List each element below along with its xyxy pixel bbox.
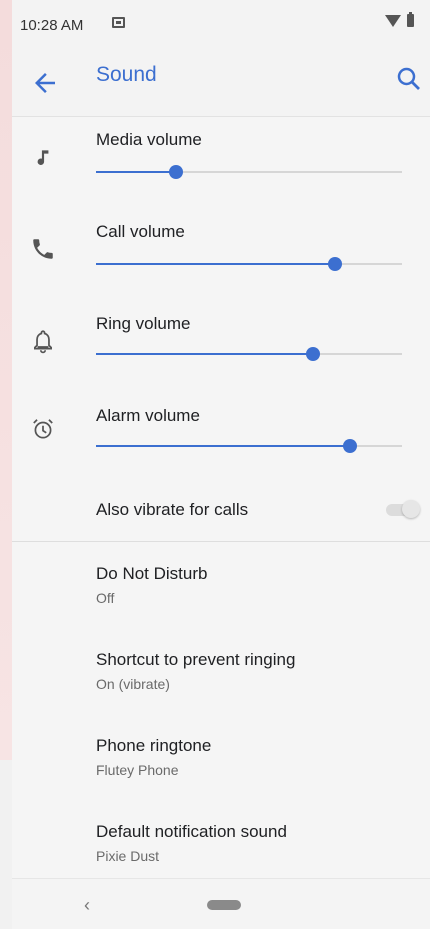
- slider-fill: [96, 263, 335, 265]
- media-volume-slider[interactable]: [96, 162, 402, 182]
- phone-icon: [33, 239, 53, 259]
- media-volume-label: Media volume: [96, 130, 202, 149]
- status-indicators: [385, 12, 414, 27]
- alarm-volume-row: Alarm volume: [12, 396, 430, 486]
- vibrate-for-calls-row[interactable]: Also vibrate for calls: [12, 488, 430, 538]
- do-not-disturb-title: Do Not Disturb: [96, 564, 208, 583]
- message-notification-icon: [112, 17, 125, 28]
- media-volume-row: Media volume: [12, 120, 430, 210]
- notification-sound-row[interactable]: Default notification sound Pixie Dust: [12, 808, 430, 878]
- slider-thumb[interactable]: [306, 347, 321, 361]
- battery-icon: [407, 12, 414, 27]
- notification-sound-title: Default notification sound: [96, 822, 287, 841]
- slider-thumb[interactable]: [342, 439, 357, 453]
- search-icon[interactable]: [394, 64, 424, 94]
- ring-volume-row: Ring volume: [12, 304, 430, 394]
- nav-back-icon[interactable]: ‹: [84, 895, 90, 916]
- prevent-ringing-title: Shortcut to prevent ringing: [96, 650, 296, 669]
- prevent-ringing-row[interactable]: Shortcut to prevent ringing On (vibrate): [12, 636, 430, 716]
- slider-fill: [96, 353, 314, 355]
- screen: 10:28 AM Sound Media volume Call volume …: [12, 0, 430, 929]
- do-not-disturb-row[interactable]: Do Not Disturb Off: [12, 550, 430, 630]
- call-volume-label: Call volume: [96, 222, 185, 241]
- section-divider: [12, 541, 430, 542]
- wifi-icon: [385, 14, 401, 27]
- slider-fill: [96, 445, 350, 447]
- notification-sound-value: Pixie Dust: [96, 848, 160, 864]
- app-bar: Sound: [12, 52, 430, 117]
- prevent-ringing-value: On (vibrate): [96, 676, 170, 692]
- phone-ringtone-value: Flutey Phone: [96, 762, 179, 778]
- status-time: 10:28 AM: [20, 17, 84, 34]
- vibrate-for-calls-label: Also vibrate for calls: [96, 500, 249, 519]
- call-volume-row: Call volume: [12, 212, 430, 302]
- vibrate-for-calls-toggle[interactable]: [384, 500, 420, 520]
- bell-icon: [34, 330, 52, 354]
- back-arrow-icon[interactable]: [30, 68, 60, 98]
- phone-ringtone-row[interactable]: Phone ringtone Flutey Phone: [12, 722, 430, 802]
- slider-fill: [96, 171, 176, 173]
- navigation-bar: ‹: [12, 878, 430, 929]
- phone-ringtone-title: Phone ringtone: [96, 736, 212, 755]
- slider-thumb[interactable]: [327, 257, 342, 271]
- call-volume-slider[interactable]: [96, 254, 402, 274]
- slider-thumb[interactable]: [168, 165, 183, 179]
- nav-home-pill[interactable]: [207, 900, 241, 910]
- do-not-disturb-value: Off: [96, 590, 115, 606]
- alarm-clock-icon: [33, 419, 53, 439]
- alarm-volume-slider[interactable]: [96, 436, 402, 456]
- page-title: Sound: [96, 63, 157, 86]
- toggle-thumb: [402, 500, 420, 518]
- edge-strip: [0, 0, 12, 760]
- alarm-volume-label: Alarm volume: [96, 406, 200, 425]
- status-bar: 10:28 AM: [12, 0, 430, 52]
- ring-volume-label: Ring volume: [96, 314, 191, 333]
- ring-volume-slider[interactable]: [96, 344, 402, 364]
- music-note-icon: [37, 150, 49, 165]
